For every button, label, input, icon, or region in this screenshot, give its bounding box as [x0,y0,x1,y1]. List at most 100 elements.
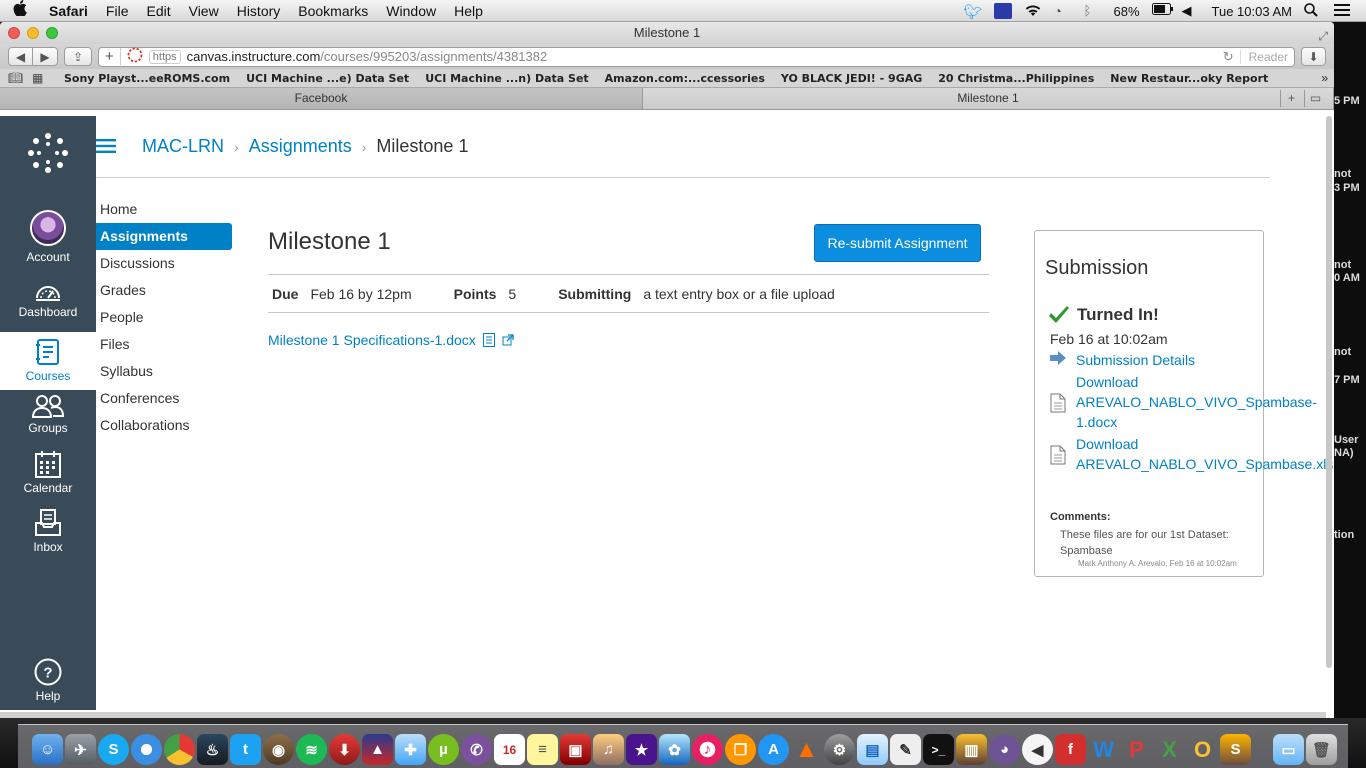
terminal-icon[interactable]: >_ [923,734,954,765]
zoom-window-button[interactable] [46,27,58,39]
download-xlsx-link[interactable]: Download AREVALO_NABLO_VIVO_Spambase.xls… [1076,434,1334,474]
calendar-app-icon[interactable]: 16 [494,734,525,765]
spotlight-search-icon[interactable] [1304,3,1322,19]
flipboard-icon[interactable]: f [1055,734,1086,765]
bookmark-item[interactable]: YO BLACK JEDI! - 9GAG [773,72,930,85]
course-nav-assignments[interactable]: Assignments [96,223,232,250]
powerpoint-icon[interactable]: P [1121,734,1152,765]
share-button[interactable]: ⇪ [64,47,92,66]
menu-app-name[interactable]: Safari [40,3,97,19]
sublime-text-icon[interactable]: S [1220,734,1251,765]
garageband-icon[interactable]: ♫ [593,734,624,765]
airplay-icon[interactable] [993,3,1012,19]
bookmark-item[interactable]: 20 Christma...Philippines [930,72,1102,85]
bookmark-item[interactable]: Amazon.com:...ccessories [597,72,773,85]
safari-icon[interactable] [131,734,162,765]
external-link-icon[interactable] [502,334,514,346]
bookmark-item[interactable]: New Restaur...oky Report [1102,72,1276,85]
downloads-button[interactable]: ⬇ [1301,47,1326,66]
chrome-icon[interactable] [164,734,195,765]
vlc-icon[interactable]: ▲ [791,734,822,765]
course-nav-home[interactable]: Home [96,196,236,223]
course-nav-discussions[interactable]: Discussions [96,250,236,277]
onenote-icon[interactable]: O [1187,734,1218,765]
steam-icon[interactable]: ♨ [197,734,228,765]
app-store-icon[interactable]: A [758,734,789,765]
nav-help[interactable]: ? Help [0,658,96,703]
github-icon[interactable]: ◕ [989,734,1020,765]
fullscreen-icon[interactable]: ⤢ [1318,25,1328,47]
tab-overview-button[interactable]: ▭ [1304,90,1326,107]
top-sites-grid-icon[interactable]: ▦ [32,71,56,85]
tab-facebook[interactable]: Facebook [0,88,643,109]
skype-icon[interactable]: S [98,734,129,765]
word-icon[interactable]: W [1088,734,1119,765]
textedit-icon[interactable]: ✎ [890,734,921,765]
menu-bookmarks[interactable]: Bookmarks [289,3,377,19]
download-docx-line[interactable]: AREVALO_NABLO_VIVO_Spambase- [1076,392,1317,412]
course-nav-people[interactable]: People [96,304,236,331]
battery-icon[interactable] [1151,3,1173,19]
download-xlsx-line[interactable]: AREVALO_NABLO_VIVO_Spambase.xlsx [1076,454,1334,474]
minimize-window-button[interactable] [27,27,39,39]
course-menu-toggle-icon[interactable] [96,134,142,160]
attachment-link[interactable]: Milestone 1 Specifications-1.docx [268,332,514,348]
notification-center-icon[interactable] [1334,3,1352,19]
menubar-clock[interactable]: Tue 10:03 AM [1212,4,1292,19]
spotify-icon[interactable]: ≋ [296,734,327,765]
course-nav-collaborations[interactable]: Collaborations [96,412,236,439]
nav-account[interactable]: Account [0,210,96,264]
twitter-app-icon[interactable]: t [230,734,261,765]
download-docx-line[interactable]: Download [1076,372,1317,392]
attachment-filename[interactable]: Milestone 1 Specifications-1.docx [268,332,476,348]
ps-controller-icon[interactable]: ✚ [395,734,426,765]
reader-button[interactable]: Reader [1239,49,1288,64]
apple-menu-icon[interactable] [0,0,40,21]
excel-icon[interactable]: X [1154,734,1185,765]
forward-button[interactable]: ▶ [33,47,58,66]
course-nav-conferences[interactable]: Conferences [96,385,236,412]
new-tab-button[interactable]: + [1280,90,1302,107]
download-docx-line[interactable]: 1.docx [1076,412,1317,432]
reading-list-icon[interactable]: 📖︎ [8,71,32,85]
address-bar[interactable]: + https canvas.instructure.com /courses/… [98,46,1295,67]
volume-icon[interactable]: ◀ [1182,3,1200,19]
back-button[interactable]: ◀ [8,47,33,66]
new-tab-plus-icon[interactable]: + [105,48,121,65]
submission-details-link[interactable]: Submission Details [1076,350,1195,370]
camera-app-icon[interactable]: ◉ [263,734,294,765]
breadcrumb-assignments[interactable]: Assignments [249,136,352,157]
course-nav-syllabus[interactable]: Syllabus [96,358,236,385]
vertical-scrollbar[interactable] [1326,116,1332,668]
trash-icon[interactable]: 🗑︎ [1306,734,1337,765]
utorrent-icon[interactable]: µ [428,734,459,765]
resubmit-assignment-button[interactable]: Re-submit Assignment [814,224,981,262]
archive-utility-icon[interactable]: ▥ [956,734,987,765]
download-xlsx-line[interactable]: Download [1076,434,1334,454]
menu-window[interactable]: Window [377,3,445,19]
reload-icon[interactable]: ↻ [1223,49,1234,65]
download-docx-link[interactable]: Download AREVALO_NABLO_VIVO_Spambase- 1.… [1076,372,1317,432]
course-nav-grades[interactable]: Grades [96,277,236,304]
course-nav-files[interactable]: Files [96,331,236,358]
menu-edit[interactable]: Edit [137,3,179,19]
menu-view[interactable]: View [180,3,228,19]
bluetooth-icon[interactable]: ᛒ [1084,3,1102,19]
viber-icon[interactable]: ✆ [461,734,492,765]
nav-calendar[interactable]: Calendar [0,450,96,495]
document-preview-icon[interactable] [482,332,496,348]
finder-icon[interactable]: ☺ [32,734,63,765]
nav-groups[interactable]: Groups [0,394,96,435]
twitter-icon[interactable]: 🐦︎ [964,3,983,21]
imovie-icon[interactable]: ★ [626,734,657,765]
bookmark-item[interactable]: UCI Machine ...e) Data Set [238,72,417,85]
menu-history[interactable]: History [228,3,290,19]
game-app-icon[interactable]: ▲ [362,734,393,765]
nav-dashboard[interactable]: Dashboard [0,280,96,319]
itunes-icon[interactable]: ♪ [692,734,723,765]
launchpad-icon[interactable]: ✈ [65,734,96,765]
canvas-logo-icon[interactable] [27,132,69,174]
stickies-icon[interactable]: ≡ [527,734,558,765]
tab-milestone-1[interactable]: Milestone 1 [643,88,1334,109]
bookmark-item[interactable]: Sony Playst...eeROMS.com [56,72,238,85]
